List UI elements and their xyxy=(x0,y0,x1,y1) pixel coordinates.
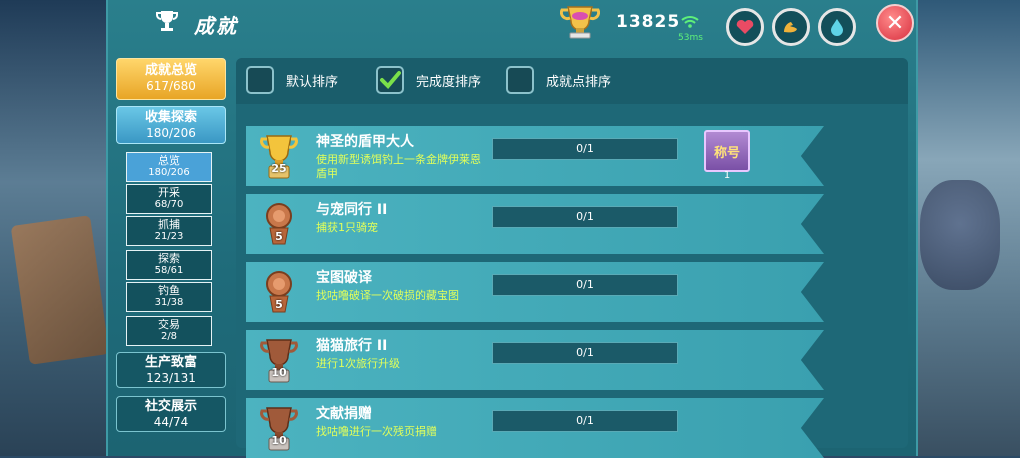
achievement-row[interactable]: 25 神圣的盾甲大人 使用新型诱饵钓上一条金牌伊莱恩盾甲 0/1 称号 1 xyxy=(246,126,824,186)
achievement-desc: 使用新型诱饵钓上一条金牌伊莱恩盾甲 xyxy=(316,153,481,180)
category-overview[interactable]: 成就总览 617/680 xyxy=(116,58,226,100)
background-creature xyxy=(920,180,1000,290)
sort-default[interactable]: 默认排序 xyxy=(246,66,338,94)
achievement-desc: 找咕噜破译一次破损的藏宝图 xyxy=(316,289,459,302)
progress-bar: 0/1 xyxy=(492,206,678,228)
achievement-panel: 成就 13825 53ms ✕ 成就总览 617/680 收集探索 180/20… xyxy=(106,0,918,458)
wifi-signal-icon xyxy=(681,16,699,28)
sort-bar: 默认排序 完成度排序 成就点排序 xyxy=(236,58,908,104)
sort-points[interactable]: 成就点排序 xyxy=(506,66,611,94)
points-label: 10 xyxy=(271,366,287,379)
reward-title-badge[interactable]: 称号 xyxy=(704,130,750,172)
subcategory-capture[interactable]: 抓捕 21/23 xyxy=(126,216,212,246)
achievement-desc: 找咕噜进行一次残页捐赠 xyxy=(316,425,437,438)
points-label: 10 xyxy=(271,434,287,447)
heart-icon xyxy=(736,19,754,34)
achievement-desc: 捕获1只骑宠 xyxy=(316,221,378,234)
page-title: 成就 xyxy=(194,14,238,38)
achievement-row[interactable]: 10 文献捐赠 找咕噜进行一次残页捐赠 0/1 xyxy=(246,398,824,458)
progress-bar: 0/1 xyxy=(492,342,678,364)
achievement-name: 文献捐赠 xyxy=(316,406,372,422)
strength-gauge[interactable] xyxy=(772,8,810,46)
achievement-score: 13825 xyxy=(616,12,681,32)
water-drop-icon xyxy=(831,19,843,36)
category-collect-explore[interactable]: 收集探索 180/206 xyxy=(116,106,226,144)
achievement-name: 神圣的盾甲大人 xyxy=(316,134,414,150)
achievement-name: 猫猫旅行 II xyxy=(316,338,388,354)
achievement-name: 与宠同行 II xyxy=(316,202,388,218)
trophy-icon xyxy=(156,11,178,31)
category-social[interactable]: 社交展示 44/74 xyxy=(116,396,226,432)
category-production[interactable]: 生产致富 123/131 xyxy=(116,352,226,388)
points-label: 5 xyxy=(275,230,283,243)
progress-bar: 0/1 xyxy=(492,138,678,160)
subcategory-overview[interactable]: 总览 180/206 xyxy=(126,152,212,182)
hydration-gauge[interactable] xyxy=(818,8,856,46)
muscle-icon xyxy=(784,22,797,33)
reward-count: 1 xyxy=(723,170,731,181)
close-button[interactable]: ✕ xyxy=(876,4,914,42)
health-gauge[interactable] xyxy=(726,8,764,46)
gold-cup-icon xyxy=(560,6,600,39)
checkbox-default[interactable] xyxy=(246,66,274,94)
sort-completion[interactable]: 完成度排序 xyxy=(376,66,481,94)
progress-bar: 0/1 xyxy=(492,274,678,296)
points-label: 5 xyxy=(275,298,283,311)
checkbox-points[interactable] xyxy=(506,66,534,94)
points-label: 25 xyxy=(271,162,287,175)
checkbox-completion[interactable] xyxy=(376,66,404,94)
close-icon: ✕ xyxy=(885,10,905,36)
checkmark-icon xyxy=(380,71,401,89)
achievement-row[interactable]: 10 猫猫旅行 II 进行1次旅行升级 0/1 xyxy=(246,330,824,390)
subcategory-trade[interactable]: 交易 2/8 xyxy=(126,316,212,346)
achievement-row[interactable]: 5 与宠同行 II 捕获1只骑宠 0/1 xyxy=(246,194,824,254)
achievement-desc: 进行1次旅行升级 xyxy=(316,357,400,370)
subcategory-fishing[interactable]: 钓鱼 31/38 xyxy=(126,282,212,312)
ping-label: 53ms xyxy=(678,33,703,43)
header-bar: 成就 13825 53ms ✕ xyxy=(108,0,916,46)
subcategory-mining[interactable]: 开采 68/70 xyxy=(126,184,212,214)
achievement-row[interactable]: 5 宝图破译 找咕噜破译一次破损的藏宝图 0/1 xyxy=(246,262,824,322)
achievement-name: 宝图破译 xyxy=(316,270,372,286)
progress-bar: 0/1 xyxy=(492,410,678,432)
subcategory-explore[interactable]: 探索 58/61 xyxy=(126,250,212,280)
